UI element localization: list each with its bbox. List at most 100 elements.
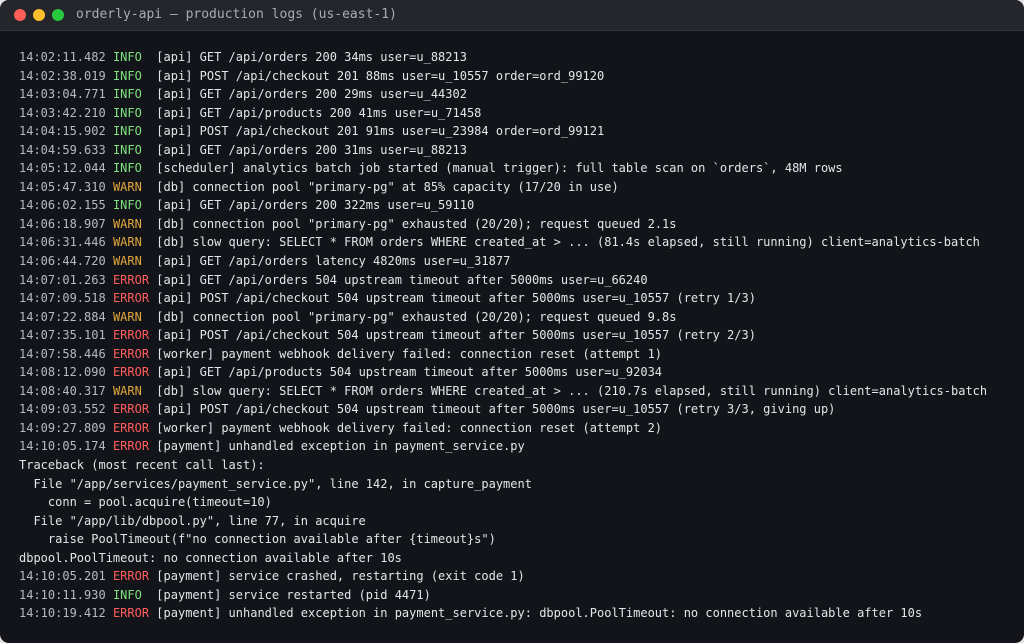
log-level-info: INFO (112, 142, 142, 157)
minimize-window-button[interactable] (33, 9, 45, 21)
log-level-warn: WARN (112, 309, 142, 324)
log-level-warn: WARN (112, 179, 142, 194)
log-timestamp: 14:02:11.482 (19, 50, 106, 64)
log-level-error: ERROR (112, 272, 150, 287)
log-message: [payment] service restarted (pid 4471) (156, 587, 431, 602)
log-message: [api] POST /api/checkout 504 upstream ti… (156, 291, 756, 306)
log-line: 14:07:58.446 ERROR [worker] payment webh… (19, 345, 1009, 364)
log-message: [api] GET /api/orders latency 4820ms use… (156, 254, 511, 269)
traceback-text: Traceback (most recent call last): (19, 458, 265, 473)
log-message: [payment] unhandled exception in payment… (156, 606, 923, 621)
log-timestamp: 14:03:04.771 (19, 87, 106, 102)
log-message: [db] connection pool "primary-pg" exhaus… (156, 216, 677, 231)
log-line: 14:10:05.174 ERROR [payment] unhandled e… (19, 437, 1009, 456)
log-message: [db] slow query: SELECT * FROM orders WH… (156, 383, 988, 398)
traceback-text: File "/app/services/payment_service.py",… (19, 476, 532, 491)
traceback-line: raise PoolTimeout(f"no connection availa… (19, 530, 1009, 549)
log-line: 14:09:03.552 ERROR [api] POST /api/check… (19, 400, 1009, 419)
log-line: 14:02:11.482 INFO [api] GET /api/orders … (19, 48, 1009, 67)
log-level-error: ERROR (112, 402, 150, 417)
log-timestamp: 14:06:18.907 (19, 216, 106, 231)
log-level-error: ERROR (112, 420, 150, 435)
log-line: 14:07:09.518 ERROR [api] POST /api/check… (19, 289, 1009, 308)
log-timestamp: 14:06:31.446 (19, 235, 106, 250)
log-level-info: INFO (112, 87, 142, 102)
log-message: [worker] payment webhook delivery failed… (156, 346, 663, 361)
log-message: [db] connection pool "primary-pg" at 85%… (156, 179, 619, 194)
terminal-window: orderly-api — production logs (us-east-1… (0, 0, 1024, 643)
log-message: [api] POST /api/checkout 201 88ms user=u… (156, 68, 605, 83)
log-level-warn: WARN (112, 383, 142, 398)
log-line: 14:10:11.930 INFO [payment] service rest… (19, 586, 1009, 605)
log-message: [api] GET /api/orders 200 34ms user=u_88… (156, 50, 467, 64)
log-level-info: INFO (112, 105, 142, 120)
log-message: [scheduler] analytics batch job started … (156, 161, 843, 176)
log-line: 14:06:18.907 WARN [db] connection pool "… (19, 215, 1009, 234)
log-level-warn: WARN (112, 254, 142, 269)
log-message: [api] POST /api/checkout 504 upstream ti… (156, 328, 756, 343)
log-message: [api] POST /api/checkout 504 upstream ti… (156, 402, 836, 417)
log-message: [payment] service crashed, restarting (e… (156, 569, 525, 584)
log-level-error: ERROR (112, 346, 150, 361)
log-level-error: ERROR (112, 569, 150, 584)
log-timestamp: 14:02:38.019 (19, 68, 106, 83)
traceback-line: conn = pool.acquire(timeout=10) (19, 493, 1009, 512)
log-timestamp: 14:07:01.263 (19, 272, 106, 287)
traceback-text: conn = pool.acquire(timeout=10) (19, 495, 272, 510)
log-level-warn: WARN (112, 235, 142, 250)
log-timestamp: 14:10:05.201 (19, 569, 106, 584)
log-timestamp: 14:07:35.101 (19, 328, 106, 343)
log-timestamp: 14:10:11.930 (19, 587, 106, 602)
log-line: 14:05:12.044 INFO [scheduler] analytics … (19, 159, 1009, 178)
log-timestamp: 14:09:27.809 (19, 420, 106, 435)
log-level-error: ERROR (112, 291, 150, 306)
log-line: 14:06:31.446 WARN [db] slow query: SELEC… (19, 233, 1009, 252)
window-title: orderly-api — production logs (us-east-1… (76, 7, 397, 22)
log-timestamp: 14:06:44.720 (19, 254, 106, 269)
log-line: 14:07:35.101 ERROR [api] POST /api/check… (19, 326, 1009, 345)
zoom-window-button[interactable] (52, 9, 64, 21)
log-message: [api] GET /api/orders 504 upstream timeo… (156, 272, 648, 287)
title-bar: orderly-api — production logs (us-east-1… (0, 0, 1024, 31)
log-line: 14:03:04.771 INFO [api] GET /api/orders … (19, 85, 1009, 104)
close-window-button[interactable] (14, 9, 26, 21)
log-timestamp: 14:08:40.317 (19, 383, 106, 398)
log-line: 14:07:22.884 WARN [db] connection pool "… (19, 308, 1009, 327)
log-timestamp: 14:05:12.044 (19, 161, 106, 176)
log-message: [api] POST /api/checkout 201 91ms user=u… (156, 124, 605, 139)
log-timestamp: 14:08:12.090 (19, 365, 106, 380)
log-timestamp: 14:04:15.902 (19, 124, 106, 139)
log-timestamp: 14:10:05.174 (19, 439, 106, 454)
log-line: 14:04:15.902 INFO [api] POST /api/checko… (19, 122, 1009, 141)
log-line: 14:04:59.633 INFO [api] GET /api/orders … (19, 141, 1009, 160)
log-line: 14:08:12.090 ERROR [api] GET /api/produc… (19, 363, 1009, 382)
traceback-line: dbpool.PoolTimeout: no connection availa… (19, 549, 1009, 568)
log-message: [db] slow query: SELECT * FROM orders WH… (156, 235, 980, 250)
log-output[interactable]: 14:02:11.482 INFO [api] GET /api/orders … (19, 48, 1009, 623)
log-timestamp: 14:06:02.155 (19, 198, 106, 213)
log-line: 14:09:27.809 ERROR [worker] payment webh… (19, 419, 1009, 438)
traceback-text: File "/app/lib/dbpool.py", line 77, in a… (19, 513, 366, 528)
log-level-error: ERROR (112, 365, 150, 380)
log-level-info: INFO (112, 198, 142, 213)
log-message: [api] GET /api/products 504 upstream tim… (156, 365, 663, 380)
log-timestamp: 14:09:03.552 (19, 402, 106, 417)
log-message: [payment] unhandled exception in payment… (156, 439, 525, 454)
log-line: 14:08:40.317 WARN [db] slow query: SELEC… (19, 382, 1009, 401)
log-line: 14:06:44.720 WARN [api] GET /api/orders … (19, 252, 1009, 271)
traceback-line: File "/app/lib/dbpool.py", line 77, in a… (19, 512, 1009, 531)
traceback-text: raise PoolTimeout(f"no connection availa… (19, 532, 496, 547)
log-level-info: INFO (112, 161, 142, 176)
log-timestamp: 14:07:22.884 (19, 309, 106, 324)
log-level-error: ERROR (112, 328, 150, 343)
log-timestamp: 14:07:09.518 (19, 291, 106, 306)
log-timestamp: 14:07:58.446 (19, 346, 106, 361)
log-line: 14:02:38.019 INFO [api] POST /api/checko… (19, 67, 1009, 86)
log-line: 14:06:02.155 INFO [api] GET /api/orders … (19, 196, 1009, 215)
log-message: [api] GET /api/orders 200 322ms user=u_5… (156, 198, 475, 213)
log-message: [worker] payment webhook delivery failed… (156, 420, 663, 435)
log-message: [api] GET /api/orders 200 29ms user=u_44… (156, 87, 467, 102)
log-timestamp: 14:03:42.210 (19, 105, 106, 120)
log-timestamp: 14:10:19.412 (19, 606, 106, 621)
log-line: 14:07:01.263 ERROR [api] GET /api/orders… (19, 271, 1009, 290)
